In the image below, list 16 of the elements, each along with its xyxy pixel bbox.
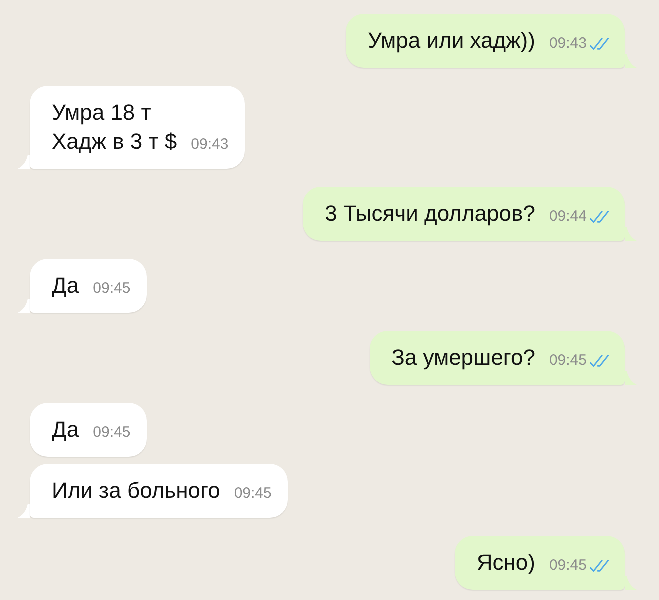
message-text: Или за больного [52,477,220,505]
message-text: Умра 18 т Хадж в 3 т $ [52,99,178,156]
message-text: 3 Тысячи долларов? [325,200,536,228]
message-time: 09:45 [93,424,131,442]
message-text: Да [52,272,80,300]
message-time: 09:45 [234,485,272,503]
message-time: 09:45 [93,280,131,298]
message-text: Ясно) [476,549,536,577]
message-time: 09:45 [549,557,587,575]
message-time: 09:45 [549,352,587,370]
message-time: 09:43 [191,136,229,154]
message-time: 09:43 [549,35,587,53]
message-text: Умра или хадж)) [368,27,536,55]
message-text: Да [52,416,80,444]
message-text: За умершего? [392,344,536,372]
message-time: 09:44 [549,208,587,226]
